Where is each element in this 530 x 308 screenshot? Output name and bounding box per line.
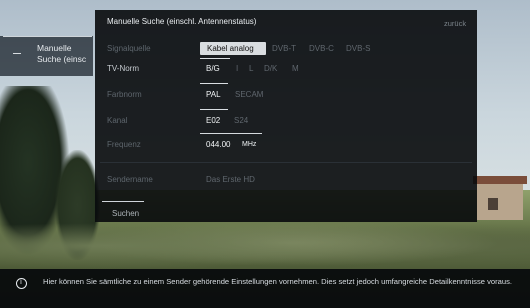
tv-norm-option-l[interactable]: L xyxy=(249,64,253,73)
section-divider xyxy=(100,162,472,163)
background-house-window xyxy=(488,198,498,210)
farbnorm-label: Farbnorm xyxy=(107,90,142,99)
info-bar xyxy=(0,269,530,308)
farbnorm-option-secam[interactable]: SECAM xyxy=(235,90,263,99)
background-house xyxy=(473,176,527,220)
tv-norm-selected-underline xyxy=(200,58,230,59)
farbnorm-selected-underline xyxy=(200,83,228,84)
back-arrow-icon[interactable] xyxy=(13,53,21,54)
tv-norm-label: TV-Norm xyxy=(107,64,139,73)
kanal-option-s24[interactable]: S24 xyxy=(234,116,248,125)
frequenz-field-underline xyxy=(200,133,262,134)
signalquelle-option-kabel-analog[interactable]: Kabel analog xyxy=(207,44,254,53)
signalquelle-label: Signalquelle xyxy=(107,44,151,53)
frequenz-value[interactable]: 044.00 xyxy=(206,140,230,149)
signalquelle-option-dvb-s[interactable]: DVB-S xyxy=(346,44,370,53)
panel-title: Manuelle Suche (einschl. Antennenstatus) xyxy=(107,17,257,26)
info-icon xyxy=(16,278,27,289)
frequenz-label: Frequenz xyxy=(107,140,141,149)
info-text: Hier können Sie sämtliche zu einem Sende… xyxy=(43,277,512,286)
kanal-option-e02[interactable]: E02 xyxy=(206,116,220,125)
search-button-underline xyxy=(102,201,144,202)
manual-search-panel xyxy=(95,10,477,222)
kanal-label: Kanal xyxy=(107,116,128,125)
signalquelle-option-dvb-c[interactable]: DVB-C xyxy=(309,44,334,53)
tv-norm-option-bg[interactable]: B/G xyxy=(206,64,220,73)
tv-norm-option-dk[interactable]: D/K xyxy=(264,64,277,73)
search-button[interactable]: Suchen xyxy=(112,209,139,218)
kanal-selected-underline xyxy=(200,109,228,110)
signalquelle-option-dvb-t[interactable]: DVB-T xyxy=(272,44,296,53)
tv-norm-option-i[interactable]: I xyxy=(236,64,238,73)
sendername-label: Sendername xyxy=(107,175,153,184)
left-tab-divider xyxy=(3,36,92,37)
farbnorm-option-pal[interactable]: PAL xyxy=(206,90,221,99)
sendername-value[interactable]: Das Erste HD xyxy=(206,175,255,184)
tv-norm-option-m[interactable]: M xyxy=(292,64,299,73)
left-tab-label[interactable]: Manuelle Suche (einsc xyxy=(37,43,92,65)
back-button[interactable]: zurück xyxy=(444,19,466,28)
frequenz-unit: MHz xyxy=(242,141,257,148)
